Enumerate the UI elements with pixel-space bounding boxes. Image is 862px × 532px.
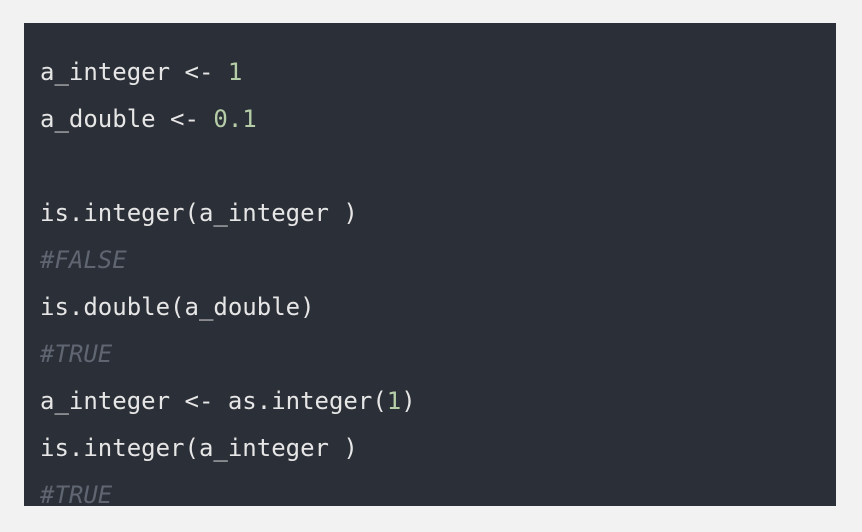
code-token-num: 1 — [386, 387, 402, 415]
code-line: #TRUE — [40, 331, 836, 378]
code-line: a_double <- 0.1 — [40, 96, 836, 143]
code-token-comment: #TRUE — [40, 340, 113, 368]
code-line: is.double(a_double) — [40, 284, 836, 331]
code-token-num: 0.1 — [213, 105, 257, 133]
code-line: #FALSE — [40, 237, 836, 284]
code-token-plain: is.integer(a_integer ) — [40, 434, 358, 462]
code-line: a_integer <- as.integer(1) — [40, 378, 836, 425]
code-token-plain: is.double(a_double) — [40, 293, 315, 321]
code-line: a_integer <- 1 — [40, 49, 836, 96]
code-token-comment: #TRUE — [40, 481, 113, 509]
code-token-plain: a_integer <- as.integer( — [40, 387, 387, 415]
code-line: is.integer(a_integer ) — [40, 425, 836, 472]
code-token-num: 1 — [227, 58, 243, 86]
code-line: #TRUE — [40, 472, 836, 519]
code-lines: a_integer <- 1 a_double <- 0.1 is.integer… — [40, 49, 836, 519]
code-line: is.integer(a_integer ) — [40, 190, 836, 237]
code-token-plain: a_double <- — [40, 105, 214, 133]
code-token-plain: is.integer(a_integer ) — [40, 199, 358, 227]
code-token-plain: a_integer <- — [40, 58, 228, 86]
code-block: a_integer <- 1 a_double <- 0.1 is.integer… — [24, 23, 836, 509]
code-token-plain: ) — [401, 387, 416, 415]
code-token-comment: #FALSE — [40, 246, 127, 274]
